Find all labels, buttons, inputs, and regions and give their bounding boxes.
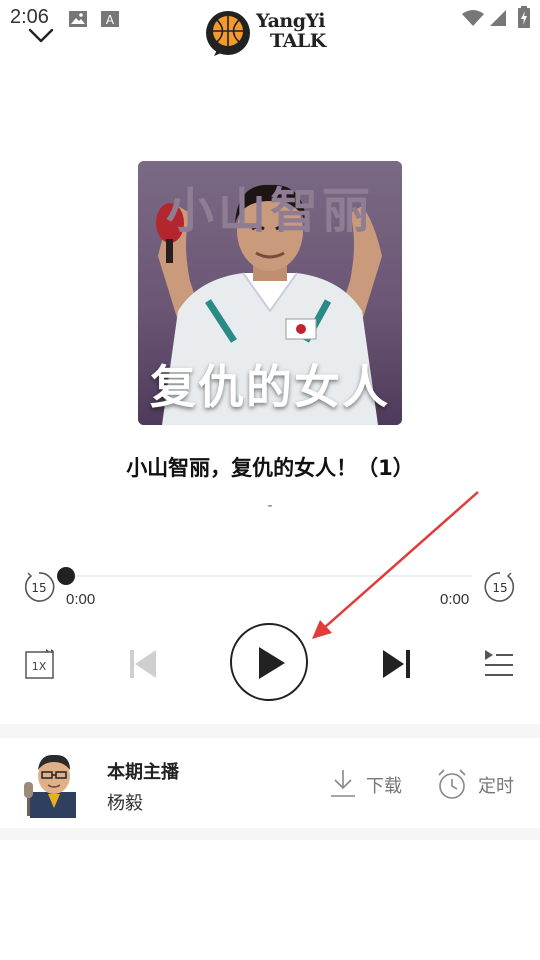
host-avatar[interactable] bbox=[18, 748, 84, 818]
speed-icon: 1X bbox=[25, 649, 54, 679]
forward-15-button[interactable]: 15 bbox=[483, 570, 517, 604]
collapse-chevron-icon[interactable] bbox=[26, 24, 56, 46]
cover-top-text: 小山智丽 bbox=[165, 183, 374, 239]
forward-icon: 15 bbox=[484, 572, 515, 602]
logo-text-line2: TALK bbox=[270, 30, 326, 52]
progress-track[interactable] bbox=[66, 575, 472, 577]
current-time: 0:00 bbox=[66, 591, 96, 608]
text-notification-icon: A bbox=[101, 11, 119, 27]
alarm-clock-icon bbox=[438, 769, 466, 799]
host-avatar-illustration bbox=[24, 754, 76, 818]
battery-icon bbox=[518, 6, 530, 28]
skip-next-icon bbox=[383, 650, 410, 678]
svg-text:A: A bbox=[106, 13, 115, 27]
next-track-button[interactable] bbox=[381, 648, 413, 680]
rewind-15-button[interactable]: 15 bbox=[22, 570, 56, 604]
previous-track-button[interactable] bbox=[127, 648, 159, 680]
speed-label: 1X bbox=[32, 660, 47, 673]
rewind-seconds: 15 bbox=[31, 581, 46, 595]
logo-text-line1: YangYi bbox=[256, 10, 325, 32]
skip-previous-icon bbox=[130, 650, 156, 678]
cellular-signal-icon bbox=[490, 10, 506, 26]
host-section-title: 本期主播 bbox=[107, 762, 179, 783]
rewind-icon: 15 bbox=[24, 572, 55, 602]
yangyi-talk-logo: YangYi TALK bbox=[204, 8, 336, 58]
progress-thumb[interactable] bbox=[57, 567, 75, 585]
playlist-icon bbox=[485, 650, 513, 676]
play-icon bbox=[259, 647, 285, 679]
host-name: 杨毅 bbox=[107, 793, 143, 814]
playlist-button[interactable] bbox=[483, 648, 515, 680]
episode-subtitle: - bbox=[267, 498, 273, 514]
episode-title: 小山智丽，复仇的女人！（1） bbox=[126, 456, 414, 480]
download-icon bbox=[331, 770, 355, 797]
wifi-icon bbox=[462, 10, 484, 26]
basketball-logo-icon bbox=[206, 11, 250, 56]
download-button[interactable]: 下载 bbox=[330, 768, 410, 802]
playback-speed-button[interactable]: 1X bbox=[24, 647, 58, 681]
bottom-divider bbox=[0, 828, 540, 840]
cover-bottom-text: 复仇的女人 bbox=[150, 360, 390, 414]
play-button[interactable] bbox=[230, 623, 308, 701]
timer-button[interactable]: 定时 bbox=[436, 768, 520, 802]
episode-cover-image: 小山智丽 复仇的女人 bbox=[138, 161, 402, 425]
image-notification-icon bbox=[69, 11, 87, 27]
total-time: 0:00 bbox=[440, 591, 470, 608]
timer-label: 定时 bbox=[478, 776, 514, 797]
section-divider bbox=[0, 724, 540, 738]
forward-seconds: 15 bbox=[492, 581, 507, 595]
download-label: 下载 bbox=[366, 776, 402, 797]
